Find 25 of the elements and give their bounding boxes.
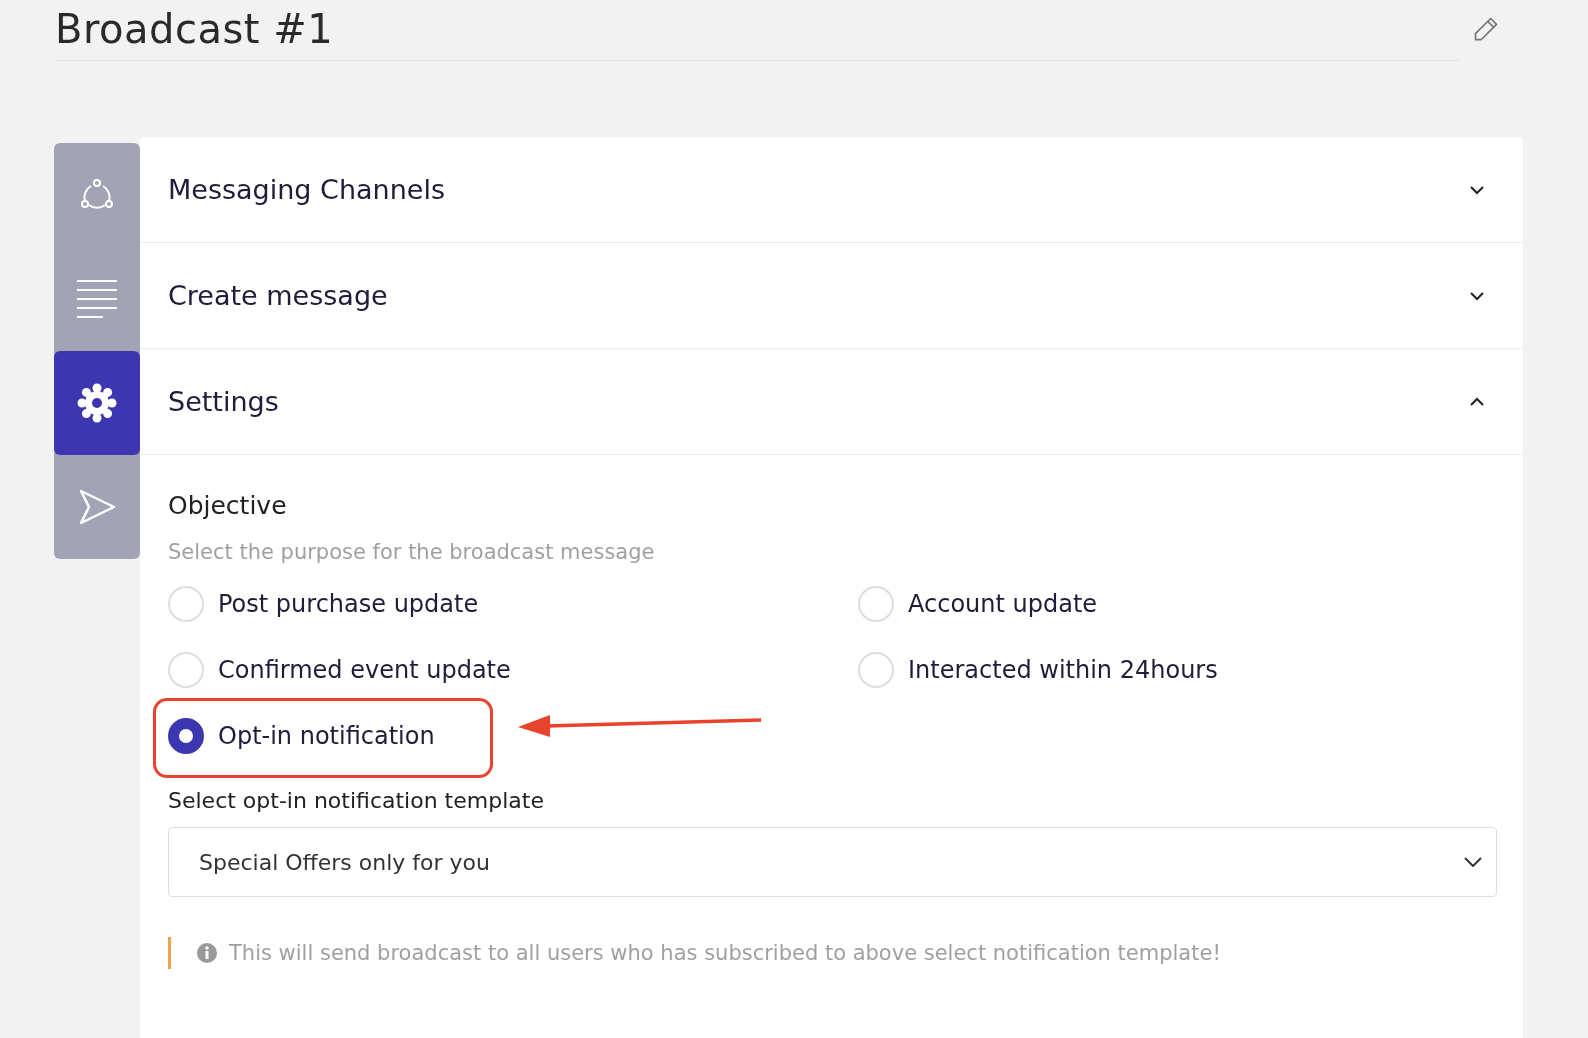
section-header[interactable]: Create message bbox=[140, 243, 1523, 349]
radio-option[interactable]: Confirmed event update bbox=[168, 652, 858, 688]
chevron-icon bbox=[1469, 290, 1485, 301]
chevron-icon bbox=[1469, 184, 1485, 195]
objective-hint: Select the purpose for the broadcast message bbox=[168, 540, 656, 564]
radio-option[interactable]: Interacted within 24hours bbox=[858, 652, 1495, 688]
template-dropdown[interactable]: Special Offers only for you bbox=[168, 827, 1497, 897]
objective-heading: Objective bbox=[168, 491, 288, 520]
page-title: Broadcast #1 bbox=[55, 6, 334, 52]
note-text: This will send broadcast to all users who has subscribed to above select notification template! bbox=[229, 941, 1221, 965]
radio-option[interactable]: Account update bbox=[858, 586, 1495, 622]
send-icon bbox=[77, 487, 117, 527]
radio-option[interactable]: Post purchase update bbox=[168, 586, 858, 622]
pencil-icon[interactable] bbox=[1472, 15, 1500, 43]
section-header[interactable]: Messaging Channels bbox=[140, 137, 1523, 243]
chevron-icon bbox=[1464, 857, 1482, 867]
sidebar-tab[interactable] bbox=[54, 351, 140, 455]
section-header[interactable]: Settings bbox=[140, 349, 1523, 455]
settings-icon bbox=[77, 383, 117, 423]
chevron-icon bbox=[1469, 396, 1485, 407]
radio-option[interactable]: Opt-in notification bbox=[168, 718, 858, 754]
field-label: Select opt-in notification template bbox=[168, 788, 544, 813]
radio-button[interactable] bbox=[168, 718, 204, 754]
info-icon bbox=[197, 943, 217, 963]
text-lines-icon bbox=[76, 279, 118, 319]
